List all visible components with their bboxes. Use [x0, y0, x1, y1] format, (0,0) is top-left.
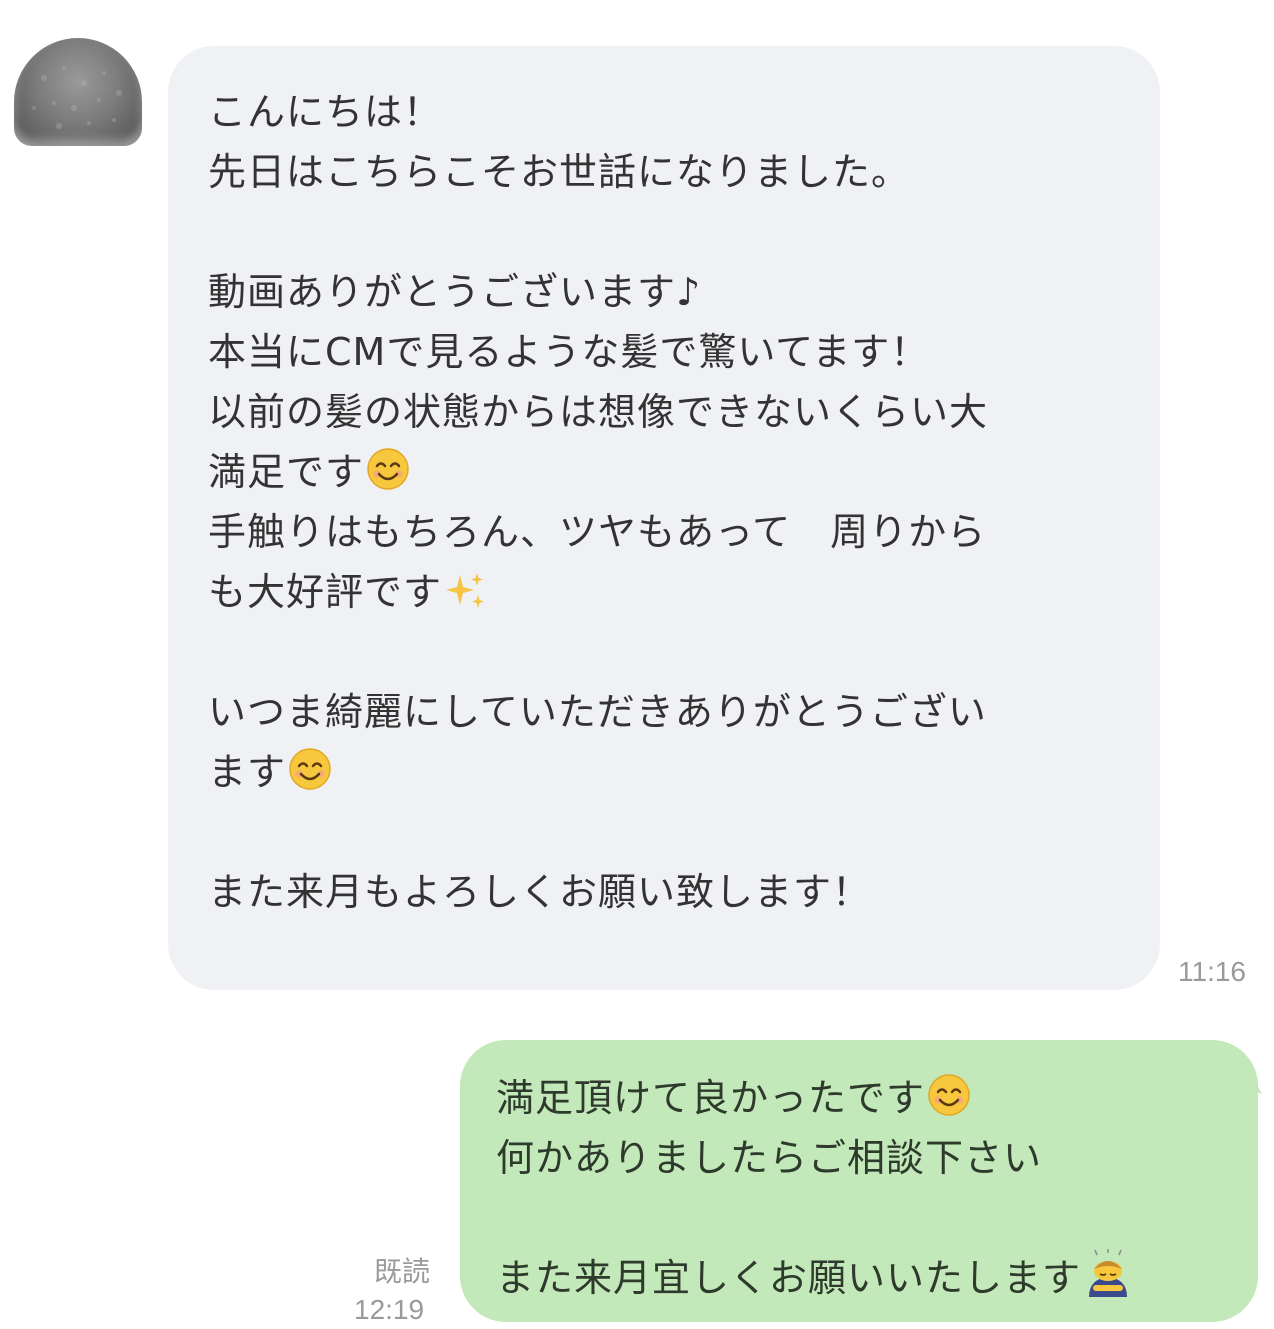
smiling-face-emoji-icon [367, 448, 409, 490]
sparkles-emoji-icon [446, 573, 485, 608]
message-line-with-emoji: また来月宜しくお願いいたします [496, 1248, 1222, 1308]
avatar-texture [32, 66, 122, 129]
incoming-message-time: 11:16 [1178, 956, 1246, 987]
message-line-with-emoji: も大好評です [208, 562, 1120, 622]
incoming-message-bubble[interactable]: こんにちは！ 先日はこちらこそお世話になりました。 動画ありがとうございます♪ … [168, 46, 1160, 990]
bowing-person-emoji-icon [1089, 1249, 1128, 1297]
message-line-with-emoji: ます [208, 742, 1120, 802]
message-line: 先日はこちらこそお世話になりました。 [208, 150, 911, 194]
message-line-with-emoji: 満足頂けて良かったです [496, 1068, 1222, 1128]
message-line: また来月もよろしくお願い致します！ [208, 870, 872, 914]
smiling-face-emoji-icon [928, 1074, 970, 1116]
message-line: いつま綺麗にしていただきありがとうござい [208, 690, 987, 734]
message-line: 何かありましたらご相談下さい [496, 1136, 1043, 1180]
message-text: ます [208, 750, 287, 794]
contact-avatar[interactable] [14, 38, 142, 146]
message-line: 手触りはもちろん、ツヤもあって 周りから [208, 510, 987, 554]
message-text: また来月宜しくお願いいたします [496, 1256, 1082, 1300]
outgoing-message-bubble[interactable]: 満足頂けて良かったです 何かありましたらご相談下さい また来月宜しくお願いいたし… [460, 1040, 1258, 1322]
message-line: 以前の髪の状態からは想像できないくらい大 [208, 390, 989, 434]
message-line-with-emoji: 満足です [208, 442, 1120, 502]
message-text: 満足頂けて良かったです [496, 1076, 926, 1120]
smiling-face-emoji-icon [289, 748, 331, 790]
message-line: 動画ありがとうございます♪ [208, 270, 702, 314]
message-line: 本当にCMで見るような髪で驚いてます！ [208, 330, 930, 374]
message-line: こんにちは！ [208, 90, 443, 134]
message-text: も大好評です [208, 570, 443, 614]
message-text: 満足です [208, 450, 365, 494]
outgoing-message-time: 12:19 [354, 1294, 425, 1325]
read-receipt-label: 既読 [374, 1255, 431, 1288]
